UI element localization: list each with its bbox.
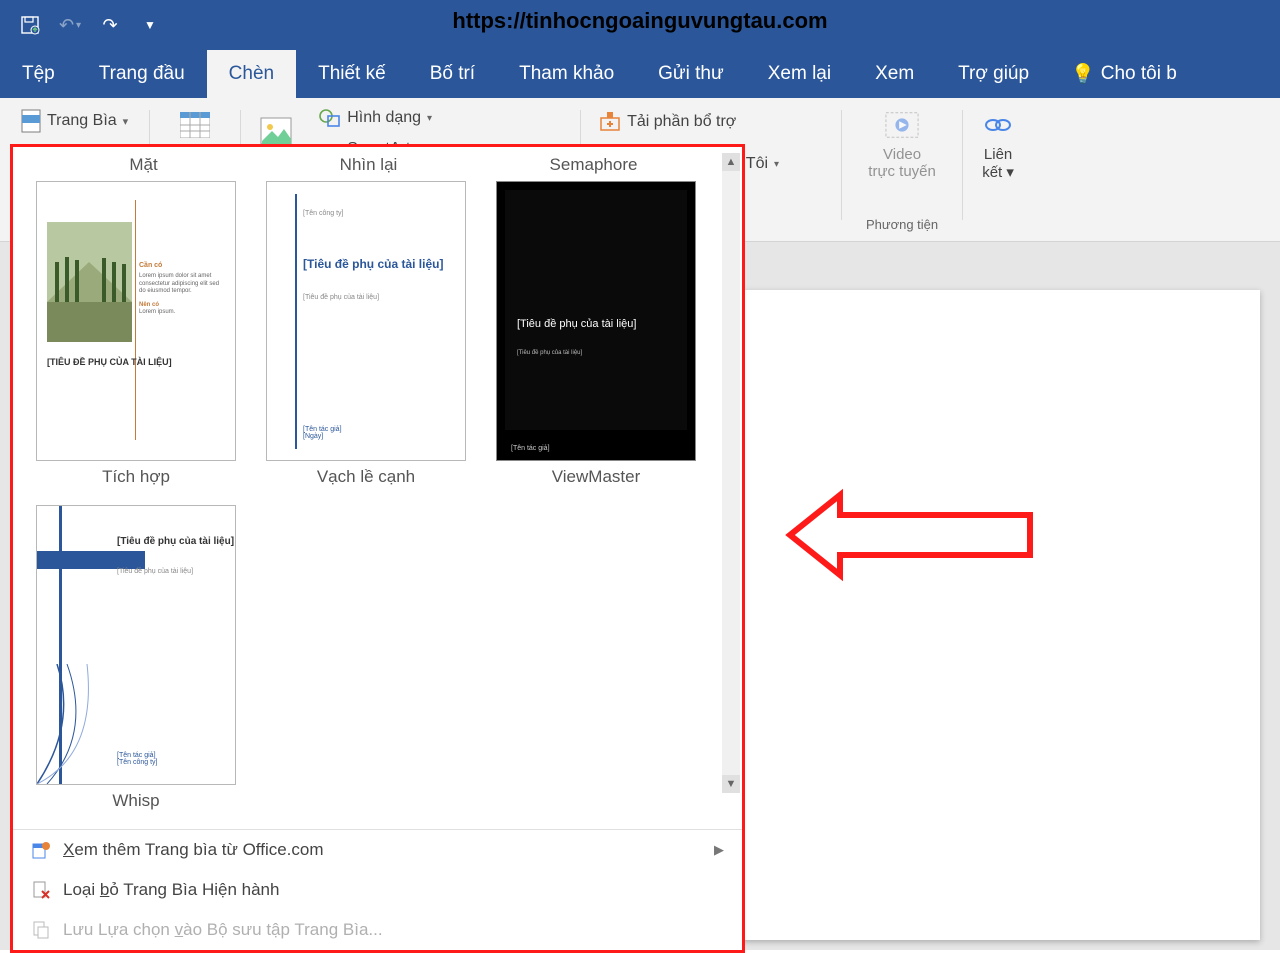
- gallery-header: Nhìn lại: [256, 155, 481, 181]
- save-gallery-icon: [31, 920, 51, 940]
- tab-help[interactable]: Trợ giúp: [936, 50, 1051, 98]
- link-icon: [981, 108, 1015, 142]
- links-label-2: kết: [982, 164, 1002, 181]
- lightbulb-icon: 💡: [1071, 62, 1095, 86]
- thumb-label: Whisp: [112, 785, 159, 823]
- online-video-button[interactable]: Video trực tuyến: [860, 104, 944, 184]
- scroll-down-icon[interactable]: ▼: [722, 775, 740, 793]
- office-icon: [31, 840, 51, 860]
- cover-page-label: Trang Bìa: [47, 112, 117, 130]
- menu-more-from-office[interactable]: Xem thêm Trang bìa từ Office.com ▶: [13, 830, 742, 870]
- tab-layout[interactable]: Bố trí: [408, 50, 497, 98]
- video-icon: [885, 108, 919, 142]
- shapes-label: Hình dạng: [347, 109, 421, 127]
- tab-home[interactable]: Trang đầu: [77, 50, 207, 98]
- cover-thumb-vachlecanh[interactable]: [Tên công ty] [Tiêu đề phụ của tài liệu]…: [266, 181, 466, 461]
- cover-page-gallery: Mặt Nhìn lại Semaphore: [10, 144, 745, 953]
- gallery-scrollbar[interactable]: ▲ ▼: [722, 153, 740, 793]
- thumb-subtitle: [TIÊU ĐỀ PHỤ CỦA TÀI LIỆU]: [47, 357, 172, 368]
- menu-save-selection: Lưu Lựa chọn vào Bộ sưu tập Trang Bìa...: [13, 910, 742, 950]
- page-icon: [21, 109, 41, 133]
- tab-insert[interactable]: Chèn: [207, 50, 296, 98]
- watermark-url: https://tinhocngoainguvungtau.com: [452, 8, 827, 34]
- menu-remove-cover[interactable]: Loại bỏ Trang Bìa Hiện hành: [13, 870, 742, 910]
- tell-me-label: Cho tôi b: [1101, 63, 1177, 85]
- video-label-1: Video: [883, 146, 921, 163]
- qat-customize-icon[interactable]: ▼: [134, 9, 166, 41]
- gallery-header-row: Mặt Nhìn lại Semaphore: [31, 155, 738, 181]
- thumb-label: Tích hợp: [102, 461, 170, 499]
- menu-more-label: Xem thêm Trang bìa từ Office.com: [63, 840, 324, 860]
- gallery-header: Mặt: [31, 155, 256, 181]
- undo-icon[interactable]: ↶▾: [54, 9, 86, 41]
- tab-design[interactable]: Thiết kế: [296, 50, 408, 98]
- thumb-author: [Tên tác giả]: [511, 445, 550, 452]
- menu-save-label: Lưu Lựa chọn vào Bộ sưu tập Trang Bìa...: [63, 920, 383, 940]
- ribbon-tabs: Tệp Trang đầu Chèn Thiết kế Bố trí Tham …: [0, 50, 1280, 98]
- table-icon: [178, 108, 212, 142]
- cover-thumb-viewmaster[interactable]: [Tiêu đề phụ của tài liệu] [Tiêu đề phụ …: [496, 181, 696, 461]
- tell-me[interactable]: 💡 Cho tôi b: [1071, 50, 1177, 98]
- cover-thumb-tichhop[interactable]: Cần có Lorem ipsum dolor sit amet consec…: [36, 181, 236, 461]
- scroll-up-icon[interactable]: ▲: [722, 153, 740, 171]
- cover-page-button[interactable]: Trang Bìa ▾: [10, 104, 139, 138]
- get-addins-label: Tải phần bổ trợ: [627, 113, 736, 131]
- remove-page-icon: [31, 880, 51, 900]
- thumb-label: Vạch lề cạnh: [317, 461, 415, 499]
- video-label-2: trực tuyến: [868, 163, 936, 180]
- chevron-down-icon: ▾: [123, 115, 129, 128]
- gallery-header: Semaphore: [481, 155, 706, 181]
- menu-remove-label: Loại bỏ Trang Bìa Hiện hành: [63, 880, 279, 900]
- redo-icon[interactable]: ↷: [94, 9, 126, 41]
- thumb-subtitle: [Tiêu đề phụ của tài liệu]: [117, 536, 234, 549]
- thumb-author: [Tên tác giả]: [303, 426, 342, 433]
- tab-references[interactable]: Tham khảo: [497, 50, 636, 98]
- gallery-footer-menu: Xem thêm Trang bìa từ Office.com ▶ Loại …: [13, 829, 742, 950]
- links-label-1: Liên: [984, 146, 1012, 163]
- tab-file[interactable]: Tệp: [0, 50, 77, 98]
- store-icon: [599, 112, 621, 132]
- thumb-subtitle: [Tiêu đề phụ của tài liệu]: [303, 257, 443, 272]
- thumb-author: [Tên tác giả]: [117, 752, 156, 759]
- tab-mailings[interactable]: Gửi thư: [636, 50, 746, 98]
- shapes-button[interactable]: Hình dạng ▾: [311, 104, 440, 132]
- thumb-subtitle: [Tiêu đề phụ của tài liệu]: [517, 317, 636, 331]
- cover-thumb-whisp[interactable]: [Tiêu đề phụ của tài liệu] [Tiêu đề phụ …: [36, 505, 236, 785]
- chevron-down-icon: ▾: [427, 113, 432, 124]
- group-label-media: Phương tiện: [866, 217, 938, 236]
- tab-review[interactable]: Xem lại: [746, 50, 853, 98]
- shapes-icon: [319, 108, 341, 128]
- submenu-arrow-icon: ▶: [714, 842, 724, 858]
- chevron-down-icon: ▾: [774, 159, 779, 170]
- picture-icon: [259, 114, 293, 148]
- save-icon[interactable]: [14, 9, 46, 41]
- tab-view[interactable]: Xem: [853, 50, 936, 98]
- get-addins-button[interactable]: Tải phần bổ trợ: [591, 108, 744, 136]
- thumb-label: ViewMaster: [552, 461, 641, 499]
- annotation-arrow-icon: [780, 480, 1040, 590]
- links-button[interactable]: Liên kết ▾: [963, 104, 1033, 185]
